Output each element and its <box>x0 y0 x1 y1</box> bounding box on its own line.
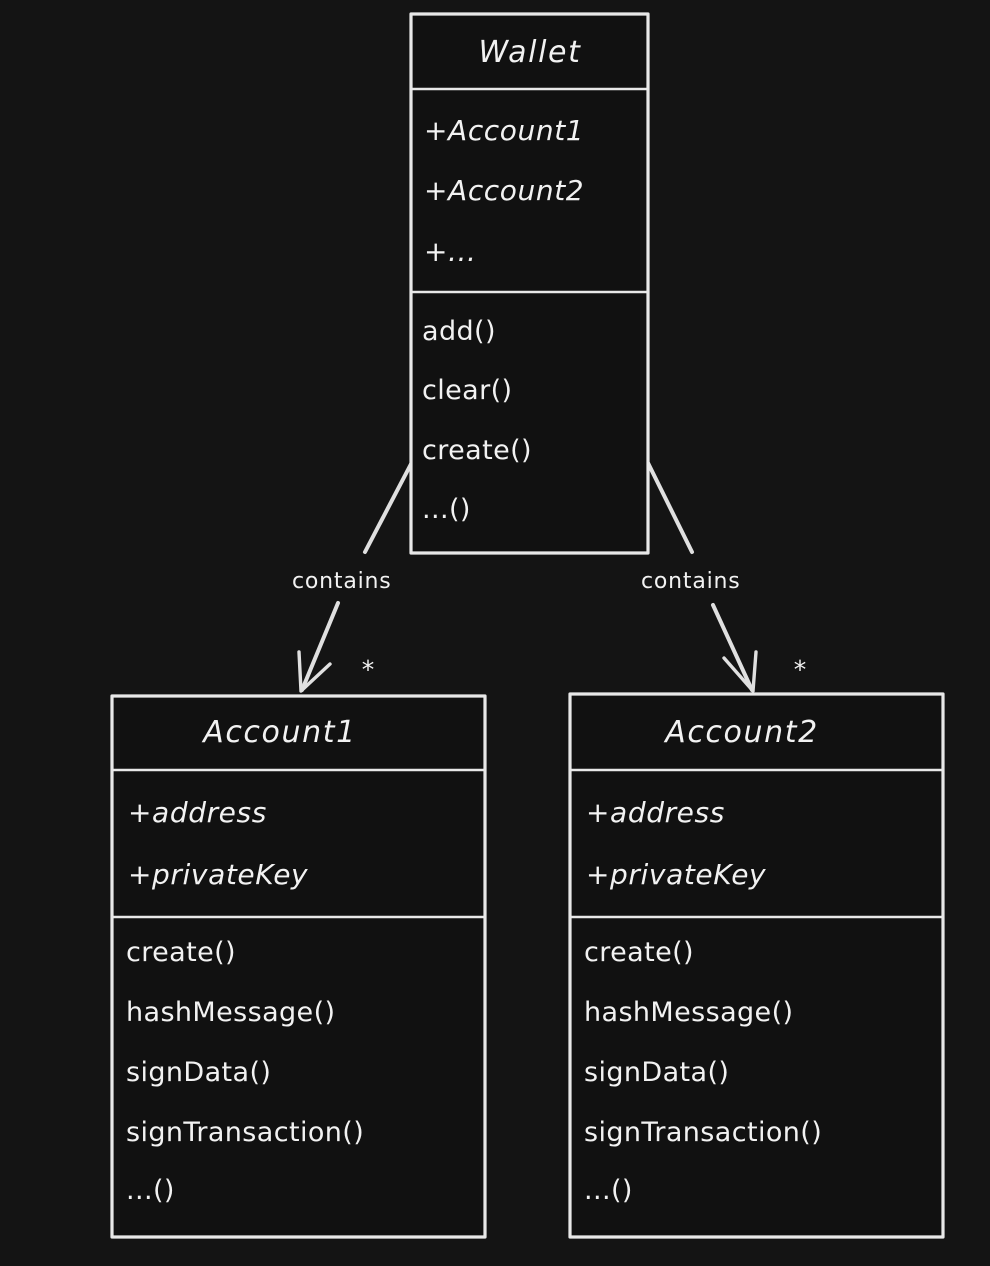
wallet-attribute: +Account2 <box>424 174 584 207</box>
wallet-attribute: +... <box>424 235 477 268</box>
relationship-label-left: contains <box>292 569 392 594</box>
connector-line-lower-right <box>711 603 754 692</box>
class-box-wallet[interactable]: Wallet +Account1 +Account2 +... add() cl… <box>409 12 650 555</box>
account2-method: signTransaction() <box>584 1117 822 1148</box>
class-box-account2[interactable]: Account2 +address +privateKey create() h… <box>568 692 945 1239</box>
account1-class-name: Account1 <box>201 715 357 750</box>
wallet-frame <box>409 12 650 555</box>
uml-diagram-canvas: contains * contains * Wallet +Account1 +… <box>0 0 990 1266</box>
class-box-account1[interactable]: Account1 +address +privateKey create() h… <box>110 694 487 1239</box>
wallet-method: ...() <box>422 494 471 525</box>
wallet-class-name: Wallet <box>479 35 582 70</box>
account2-method: hashMessage() <box>584 997 793 1028</box>
account2-class-name: Account2 <box>663 715 819 750</box>
account1-method: signData() <box>126 1057 271 1088</box>
account1-method: signTransaction() <box>126 1117 364 1148</box>
wallet-attribute: +Account1 <box>424 114 584 147</box>
account1-method: ...() <box>126 1175 175 1206</box>
account2-method: create() <box>584 937 694 968</box>
account1-attribute: +address <box>128 796 267 829</box>
connector-line-lower-left <box>300 601 340 692</box>
relationship-wallet-to-account1[interactable]: contains * <box>292 462 413 693</box>
account2-attribute: +address <box>586 796 725 829</box>
account1-attribute: +privateKey <box>128 858 308 891</box>
wallet-method: clear() <box>422 375 512 406</box>
wallet-method: create() <box>422 435 532 466</box>
relationship-wallet-to-account2[interactable]: contains * <box>641 461 807 693</box>
account2-attribute: +privateKey <box>586 858 766 891</box>
multiplicity-right: * <box>794 655 807 684</box>
account1-method: create() <box>126 937 236 968</box>
multiplicity-left: * <box>362 655 375 684</box>
uml-svg-surface: contains * contains * Wallet +Account1 +… <box>110 12 945 1239</box>
relationship-label-right: contains <box>641 569 741 594</box>
account2-method: signData() <box>584 1057 729 1088</box>
connector-line-upper-right <box>646 461 694 554</box>
wallet-method: add() <box>422 316 496 347</box>
account2-method: ...() <box>584 1175 633 1206</box>
account1-method: hashMessage() <box>126 997 335 1028</box>
connector-line-upper-left <box>363 462 413 554</box>
